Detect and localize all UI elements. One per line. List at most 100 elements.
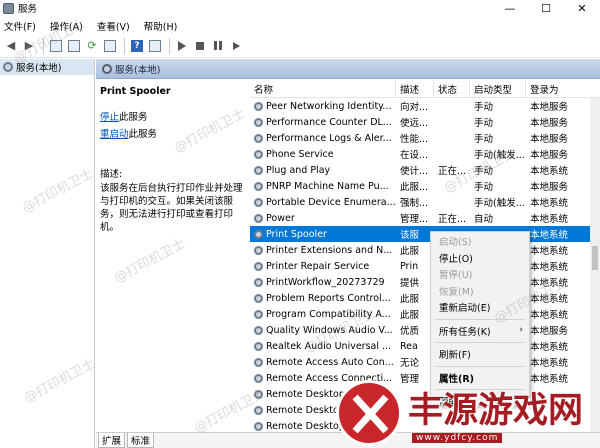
cell-log-on-as: 本地服务 — [526, 98, 592, 114]
cell-description-text: 该服 — [400, 230, 420, 241]
table-row[interactable]: Problem Reports Control... 此服 本地系统 — [250, 290, 600, 306]
cell-description-text: 强制... — [400, 198, 429, 209]
cell-description-text: 此服 — [400, 310, 420, 321]
refresh-icon[interactable]: ⟳ — [84, 38, 100, 54]
column-header-description[interactable]: 描述 — [396, 80, 434, 97]
cell-description: 管理... — [396, 210, 434, 226]
tab-extended[interactable]: 扩展 — [98, 433, 126, 448]
context-menu-item-label: 所有任务(K) — [439, 326, 491, 338]
table-row[interactable]: Peer Networking Identity... 向对... 手动 本地服务 — [250, 98, 600, 114]
table-row[interactable]: Power 管理... 正在... 自动 本地系统 — [250, 210, 600, 226]
restart-service-icon[interactable] — [228, 38, 244, 54]
gear-icon — [254, 293, 263, 303]
show-hide-action-pane-icon[interactable] — [147, 38, 163, 54]
cell-log-on-as: 本地服务 — [526, 130, 592, 146]
table-row[interactable]: Realtek Audio Universal ... Rea 本地系统 — [250, 338, 600, 354]
table-row[interactable]: Performance Counter DL... 使远... 手动 本地服务 — [250, 114, 600, 130]
gear-icon — [254, 341, 263, 351]
cell-description-text: 在设... — [400, 150, 429, 161]
stop-service-icon[interactable] — [192, 38, 208, 54]
context-menu-item[interactable]: 刷新(F) — [431, 346, 529, 363]
cell-startup-type: 自动 — [470, 210, 526, 226]
table-row[interactable]: Quality Windows Audio V... 优质 本地服务 — [250, 322, 600, 338]
context-menu-item: 恢复(M) — [431, 283, 529, 300]
help-icon[interactable]: ? — [129, 38, 145, 54]
table-row[interactable]: Program Compatibility A... 此服 本地系统 — [250, 306, 600, 322]
cell-log-on-as-text: 本地服务 — [530, 118, 569, 129]
table-row[interactable]: PrintWorkflow_20273729 提供 本地系统 — [250, 274, 600, 290]
menu-file[interactable]: 文件(F) — [4, 19, 36, 33]
console-tree: 服务(本地) — [0, 59, 95, 448]
table-row[interactable]: Performance Logs & Aler... 性能... 手动 本地服务 — [250, 130, 600, 146]
table-row[interactable]: Print Spooler 该服 本地系统 — [250, 226, 600, 242]
menu-help[interactable]: 帮助(H) — [144, 19, 178, 33]
table-row[interactable]: PNRP Machine Name Pu... 此服... 手动 本地服务 — [250, 178, 600, 194]
scrollbar-thumb[interactable] — [592, 246, 598, 270]
table-row[interactable]: Remote Access Auto Con... 无论 本地系统 — [250, 354, 600, 370]
table-row[interactable]: Plug and Play 使计... 正在... 手动 本地系统 — [250, 162, 600, 178]
table-row[interactable]: Printer Extensions and N... 此服 本地系统 — [250, 242, 600, 258]
toolbar-separator — [43, 37, 44, 54]
site-logo: 丰源游戏网 www.ydfcy.com — [336, 380, 600, 448]
cell-startup-type-text: 手动 — [474, 102, 494, 113]
cell-description-text: 此服 — [400, 294, 420, 305]
pause-service-icon[interactable] — [210, 38, 226, 54]
cell-name: Realtek Audio Universal ... — [250, 338, 396, 354]
cell-log-on-as-text: 本地系统 — [530, 166, 569, 177]
close-button[interactable]: ✕ — [564, 0, 600, 16]
stop-service-link[interactable]: 停止 — [100, 112, 119, 123]
maximize-button[interactable]: ☐ — [528, 0, 564, 16]
cell-description-text: 管理... — [400, 214, 429, 225]
cell-name: Quality Windows Audio V... — [250, 322, 396, 338]
gear-icon — [254, 277, 263, 287]
console-tree-icon[interactable] — [48, 38, 64, 54]
cell-description: 提供 — [396, 274, 434, 290]
table-row[interactable]: Portable Device Enumera... 强制... 手动(触发... 本… — [250, 194, 600, 210]
cell-log-on-as-text: 本地服务 — [530, 102, 569, 113]
back-icon[interactable]: ◀ — [3, 38, 19, 54]
gear-icon — [254, 261, 263, 271]
start-service-icon[interactable] — [174, 38, 190, 54]
table-row[interactable]: Printer Repair Service Prin 本地系统 — [250, 258, 600, 274]
stop-link-row: 停止此服务 — [100, 109, 244, 123]
column-header-name[interactable]: 名称 — [250, 80, 396, 97]
cell-name: Performance Logs & Aler... — [250, 130, 396, 146]
gear-icon — [254, 389, 263, 399]
minimize-button[interactable]: — — [492, 0, 528, 16]
export-list-icon[interactable] — [102, 38, 118, 54]
cell-log-on-as-text: 本地系统 — [530, 246, 569, 257]
service-description: 该服务在后台执行打印作业并处理与打印机的交互。如果关闭该服务，则无法进行打印或查… — [100, 183, 243, 233]
context-menu-item-label: 刷新(F) — [439, 350, 471, 362]
cell-description: 在设... — [396, 146, 434, 162]
restart-service-link[interactable]: 重启动 — [100, 129, 129, 140]
gear-icon — [102, 63, 112, 74]
column-header-startup-type[interactable]: 启动类型 — [470, 80, 526, 97]
column-header-log-on-as[interactable]: 登录为 — [526, 80, 592, 97]
cell-log-on-as-text: 本地系统 — [530, 278, 569, 289]
cell-description: 使计... — [396, 162, 434, 178]
cell-name-text: Performance Counter DL... — [266, 116, 392, 128]
toolbar-separator — [124, 37, 125, 54]
properties-icon[interactable] — [66, 38, 82, 54]
tree-item-services-local[interactable]: 服务(本地) — [0, 59, 94, 75]
tab-standard[interactable]: 标准 — [127, 433, 155, 448]
column-header-status[interactable]: 状态 — [434, 80, 470, 97]
context-menu-item[interactable]: 重新启动(E) — [431, 299, 529, 316]
cell-name: PNRP Machine Name Pu... — [250, 178, 396, 194]
table-row[interactable]: Phone Service 在设... 手动(触发... 本地服务 — [250, 146, 600, 162]
gear-icon — [254, 309, 263, 319]
menu-view[interactable]: 查看(V) — [97, 19, 130, 33]
cell-description-text: 使远... — [400, 118, 429, 129]
menu-action[interactable]: 操作(A) — [50, 19, 83, 33]
cell-startup-type-text: 手动 — [474, 118, 494, 129]
context-menu-item[interactable]: 所有任务(K) › — [431, 323, 529, 340]
context-menu-item[interactable]: 停止(O) — [431, 250, 529, 267]
cell-status — [434, 146, 470, 162]
cell-status-text: 正在... — [438, 166, 467, 177]
cell-description-text: 向对... — [400, 102, 429, 113]
gear-icon — [254, 133, 263, 143]
forward-icon[interactable]: ▶ — [21, 38, 37, 54]
cell-log-on-as-text: 本地系统 — [530, 262, 569, 273]
cell-startup-type-text: 手动 — [474, 182, 494, 193]
cell-log-on-as: 本地系统 — [526, 162, 592, 178]
